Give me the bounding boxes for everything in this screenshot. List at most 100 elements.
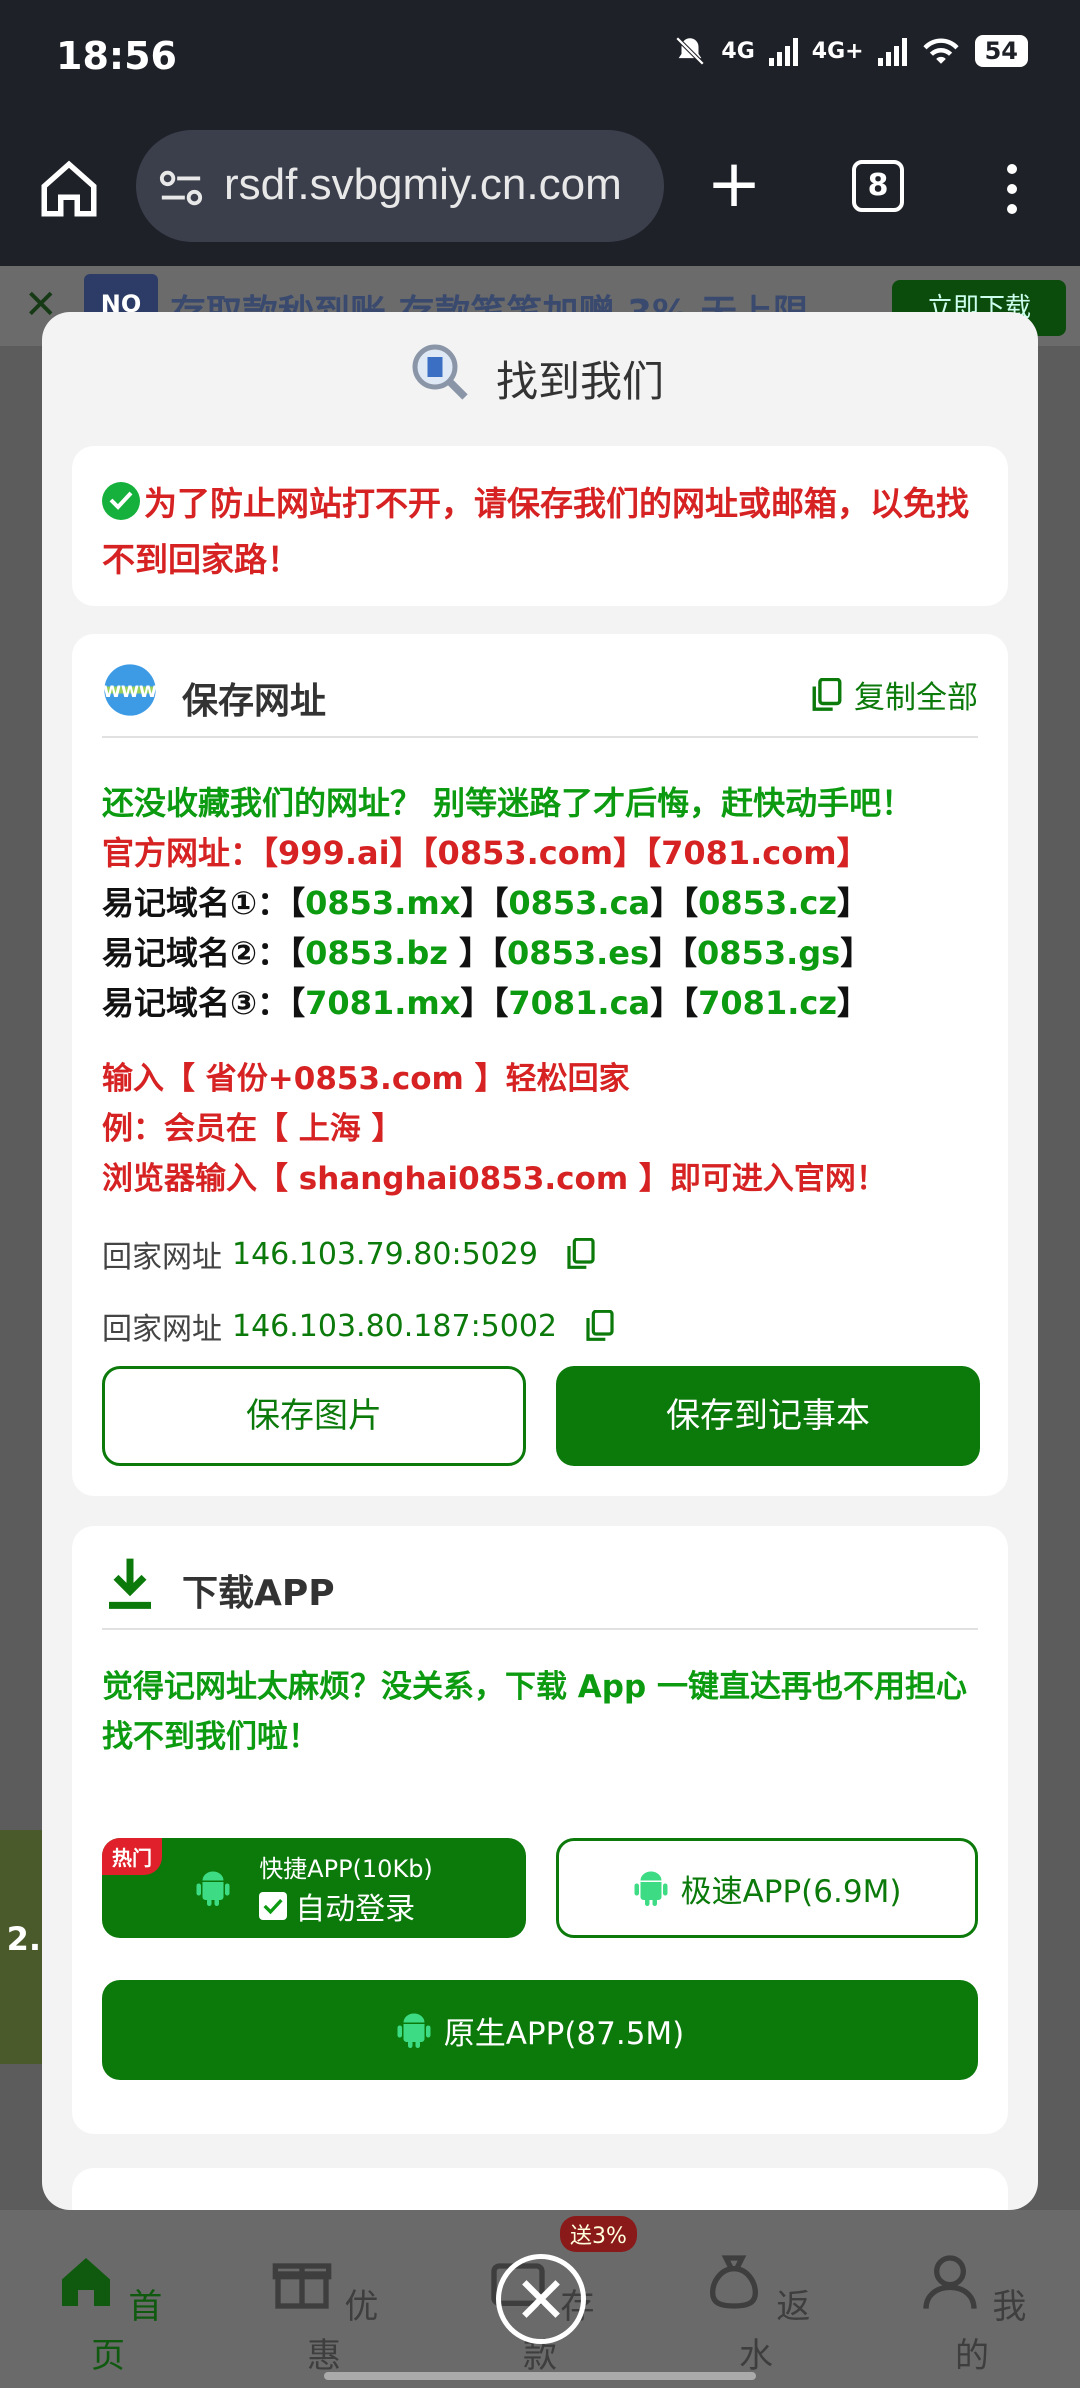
easy-domain-row: 易记域名②：【0853.bz 】【0853.es】【0853.gs】 xyxy=(102,934,873,972)
save-url-card: WWW 保存网址 复制全部 还没收藏我们的网址？ 别等迷路了才后悔，赶快动手吧！… xyxy=(72,634,1008,1496)
home-url-label: 回家网址 xyxy=(102,1240,222,1275)
status-bar: 18:56 4G 4G+ 54 xyxy=(0,0,1080,120)
notice-card: 为了防止网站打不开，请保存我们的网址或邮箱，以免找不到回家路！ xyxy=(72,446,1008,606)
easy-domain-label: 易记域名③： xyxy=(102,984,290,1022)
find-us-modal: 找到我们 为了防止网站打不开，请保存我们的网址或邮箱，以免找不到回家路！ WWW… xyxy=(42,312,1038,2210)
svg-text:WWW: WWW xyxy=(103,682,157,701)
fast-app-button[interactable]: 极速APP(6.9M) xyxy=(556,1838,978,1938)
clock: 18:56 xyxy=(56,34,177,78)
copy-all-label[interactable]: 复制全部 xyxy=(854,672,978,717)
user-icon xyxy=(922,2255,977,2309)
tip-line: 浏览器输入【 shanghai0853.com 】即可进入官网！ xyxy=(102,1161,887,1197)
quick-app-label: 快捷APP(10Kb) xyxy=(259,1854,433,1883)
copy-icon[interactable] xyxy=(585,1310,615,1342)
easy-domain[interactable]: 0853.ca xyxy=(508,884,650,922)
url-list: 还没收藏我们的网址？ 别等迷路了才后悔，赶快动手吧！ 官方网址：【999.ai】… xyxy=(102,778,982,1028)
status-icons: 4G 4G+ 54 xyxy=(673,34,1028,68)
save-url-heading: 保存网址 xyxy=(182,681,327,722)
quick-app-button[interactable]: 快捷APP(10Kb) 自动登录 xyxy=(102,1838,526,1938)
www-globe-icon: WWW xyxy=(103,664,157,716)
overflow-menu-icon[interactable] xyxy=(1000,160,1024,220)
network-4g-label: 4G xyxy=(721,38,755,64)
download-header: 下载APP xyxy=(102,1550,978,1630)
native-app-button[interactable]: 原生APP(87.5M) xyxy=(102,1980,978,2080)
tip-line: 输入【 省份+0853.com 】轻松回家 xyxy=(102,1061,630,1097)
home-indicator[interactable] xyxy=(324,2372,756,2380)
home-icon[interactable] xyxy=(36,156,102,222)
home-url-label: 回家网址 xyxy=(102,1312,222,1347)
easy-domain[interactable]: 0853.mx xyxy=(305,884,460,922)
easy-domain[interactable]: 0853.bz xyxy=(305,934,459,972)
home-url-row: 回家网址 146.103.80.187:5002 xyxy=(102,1304,615,1348)
nav-promotions[interactable]: 优惠 xyxy=(254,2250,394,2377)
official-label: 官方网址： xyxy=(102,834,263,872)
intro-line: 还没收藏我们的网址？ 别等迷路了才后悔，赶快动手吧！ xyxy=(102,784,914,822)
address-bar[interactable]: rsdf.svbgmiy.cn.com xyxy=(136,130,664,242)
home-url-value: 146.103.80.187:5002 xyxy=(232,1308,558,1344)
close-modal-button[interactable] xyxy=(496,2254,586,2344)
tip-line: 例：会员在【 上海 】 xyxy=(102,1111,403,1147)
nav-profile[interactable]: 我的 xyxy=(902,2250,1042,2377)
save-url-header: WWW 保存网址 复制全部 xyxy=(102,658,978,738)
download-icon xyxy=(109,1558,151,1609)
modal-title: 找到我们 xyxy=(496,357,665,406)
auto-login-label: 自动登录 xyxy=(295,1891,416,1927)
easy-domain-row: 易记域名①：【0853.mx】【0853.ca】【0853.cz】 xyxy=(102,884,869,922)
save-to-notes-button[interactable]: 保存到记事本 xyxy=(556,1366,980,1466)
download-app-card: 下载APP 觉得记网址太麻烦？没关系，下载 App 一键直达再也不用担心找不到我… xyxy=(72,1526,1008,2134)
province-tip: 输入【 省份+0853.com 】轻松回家 例：会员在【 上海 】 浏览器输入【… xyxy=(102,1054,982,1204)
mute-bell-icon xyxy=(676,36,705,66)
battery-indicator: 54 xyxy=(974,35,1028,67)
app-buttons: 快捷APP(10Kb) 自动登录 热门 极速APP(6.9M) 原生APP(87… xyxy=(102,1808,978,2108)
official-url[interactable]: 【999.ai】 xyxy=(262,834,422,872)
signal-icon xyxy=(877,36,907,66)
easy-domain[interactable]: 0853.es xyxy=(507,934,649,972)
save-image-button[interactable]: 保存图片 xyxy=(102,1366,526,1466)
url-text[interactable]: rsdf.svbgmiy.cn.com xyxy=(224,160,654,210)
money-bag-icon xyxy=(709,2255,758,2309)
gift-icon xyxy=(272,2263,331,2309)
search-building-icon xyxy=(412,344,468,400)
easy-domain[interactable]: 7081.ca xyxy=(508,984,650,1022)
browser-toolbar: rsdf.svbgmiy.cn.com + 8 xyxy=(0,120,1080,266)
site-settings-icon[interactable] xyxy=(158,170,204,206)
nav-home[interactable]: 首页 xyxy=(38,2250,178,2377)
android-icon xyxy=(397,2013,431,2048)
easy-domain-label: 易记域名②： xyxy=(102,934,290,972)
official-url-line: 官方网址：【999.ai】【0853.com】【7081.com】 xyxy=(102,828,982,878)
modal-header: 找到我们 xyxy=(42,312,1038,438)
easy-domain-row: 易记域名③：【7081.mx】【7081.ca】【7081.cz】 xyxy=(102,984,869,1022)
signal-icon xyxy=(768,36,798,66)
easy-domain[interactable]: 7081.mx xyxy=(305,984,460,1022)
hot-badge: 热门 xyxy=(102,1838,162,1875)
quick-app-text: 快捷APP(10Kb) 自动登录 xyxy=(259,1849,433,1928)
download-desc: 觉得记网址太麻烦？没关系，下载 App 一键直达再也不用担心找不到我们啦！ xyxy=(102,1669,967,1755)
official-url[interactable]: 【0853.com】 xyxy=(422,834,646,872)
easy-domain[interactable]: 0853.cz xyxy=(698,884,837,922)
download-heading: 下载APP xyxy=(182,1573,335,1614)
auto-login-option[interactable]: 自动登录 xyxy=(259,1884,433,1928)
android-icon xyxy=(634,1871,668,1906)
new-tab-button[interactable]: + xyxy=(704,151,764,217)
next-section-card xyxy=(72,2168,1008,2210)
home-nav-icon xyxy=(61,2258,110,2306)
tab-switcher-button[interactable]: 8 xyxy=(852,160,904,212)
official-url[interactable]: 【7081.com】 xyxy=(645,834,869,872)
android-icon xyxy=(196,1871,230,1906)
nav-rebate[interactable]: 返水 xyxy=(686,2250,826,2377)
wifi-icon xyxy=(922,38,959,64)
copy-icon xyxy=(812,677,842,711)
home-url-value: 146.103.79.80:5029 xyxy=(232,1236,538,1272)
copy-all-button[interactable]: 复制全部 xyxy=(812,672,978,717)
easy-domain[interactable]: 0853.gs xyxy=(697,934,840,972)
fast-app-label: 极速APP(6.9M) xyxy=(680,1873,902,1910)
easy-domain[interactable]: 7081.cz xyxy=(698,984,837,1022)
home-url-row: 回家网址 146.103.79.80:5029 xyxy=(102,1232,596,1276)
deposit-bonus-badge: 送3% xyxy=(560,2216,637,2252)
native-app-label: 原生APP(87.5M) xyxy=(443,2015,685,2052)
easy-domain-label: 易记域名①： xyxy=(102,884,290,922)
close-icon xyxy=(522,2280,560,2318)
checkbox-checked-icon[interactable] xyxy=(259,1891,288,1920)
copy-icon[interactable] xyxy=(566,1238,596,1270)
network-4g-plus-label: 4G+ xyxy=(811,38,864,64)
